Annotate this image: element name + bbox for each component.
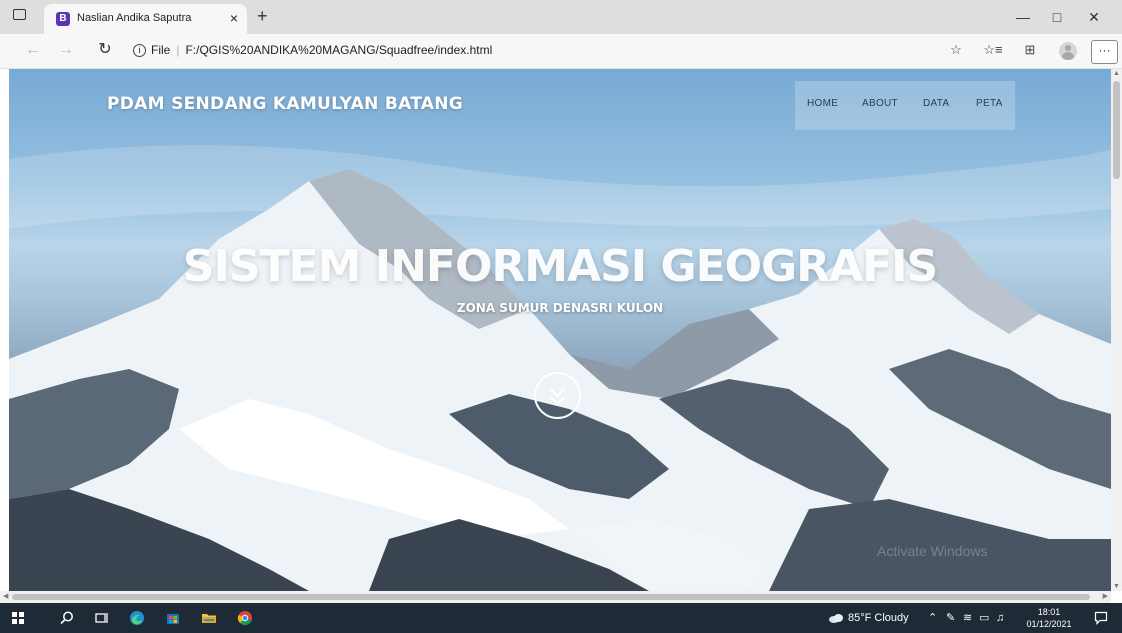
read-aloud-icon[interactable]: ☆ — [946, 42, 966, 58]
minimize-icon[interactable]: — — [1013, 8, 1033, 26]
back-icon[interactable]: ← — [22, 40, 44, 60]
battery-icon[interactable]: ▭ — [979, 611, 989, 625]
store-icon[interactable] — [165, 610, 181, 626]
tab-strip: B Naslian Andika Saputra × + — □ ✕ — [0, 0, 1122, 34]
tab-close-icon[interactable]: × — [230, 9, 238, 27]
horizontal-scrollbar[interactable]: ◀ ▶ — [0, 591, 1111, 603]
close-icon[interactable]: ✕ — [1084, 8, 1104, 26]
tab-actions-icon[interactable] — [13, 9, 27, 21]
site-brand-logo[interactable]: PDAM SENDANG KAMULYAN BATANG — [107, 94, 463, 114]
hero-title: SISTEM INFORMASI GEOGRAFIS — [182, 241, 938, 292]
wifi-icon[interactable]: ≋ — [963, 611, 972, 625]
weather-icon[interactable] — [828, 612, 844, 624]
address-url[interactable]: F:/QGIS%20ANDIKA%20MAGANG/Squadfree/inde… — [185, 43, 492, 57]
vertical-scrollbar[interactable]: ▲ ▼ — [1111, 69, 1122, 591]
volume-icon[interactable]: ♫ — [996, 611, 1004, 625]
page-viewport: PDAM SENDANG KAMULYAN BATANG HOME ABOUT … — [9, 69, 1111, 591]
address-bar[interactable]: i File | F:/QGIS%20ANDIKA%20MAGANG/Squadfre… — [133, 39, 493, 61]
pen-icon[interactable]: ✎ — [946, 611, 955, 625]
favorites-icon[interactable]: ☆≡ — [983, 42, 1003, 58]
site-nav-menu: HOME ABOUT DATA PETA — [795, 81, 1015, 130]
chevron-up-icon[interactable]: ⌃ — [928, 611, 937, 625]
tab-title: Naslian Andika Saputra — [77, 12, 192, 24]
scroll-down-button[interactable] — [534, 372, 581, 419]
restore-icon[interactable]: □ — [1047, 8, 1067, 26]
nav-item-data[interactable]: DATA — [923, 98, 949, 109]
windows-taskbar: 85°F Cloudy ⌃ ✎ ≋ ▭ ♫ 18:01 01/12/2021 — [0, 603, 1122, 633]
search-icon[interactable] — [59, 610, 75, 626]
collections-icon[interactable]: ⊞ — [1020, 42, 1040, 58]
mountain-background-image — [9, 145, 1111, 591]
edge-icon[interactable] — [129, 610, 145, 626]
notification-icon[interactable] — [1094, 611, 1108, 625]
windows-start-icon[interactable] — [12, 612, 24, 624]
file-explorer-icon[interactable] — [201, 610, 217, 626]
clock-date: 01/12/2021 — [1026, 619, 1072, 629]
address-prefix: File — [151, 43, 171, 57]
nav-item-home[interactable]: HOME — [807, 98, 838, 109]
clock-time: 18:01 — [1037, 607, 1061, 617]
task-view-icon[interactable] — [94, 610, 110, 626]
system-clock[interactable]: 18:01 01/12/2021 — [1023, 606, 1075, 630]
nav-item-peta[interactable]: PETA — [976, 98, 1003, 109]
settings-menu-button[interactable]: ··· — [1091, 40, 1118, 64]
browser-toolbar: ← → ↻ i File | F:/QGIS%20ANDIKA%20MAGANG/Sq… — [0, 34, 1122, 69]
forward-icon[interactable]: → — [55, 40, 77, 60]
horizontal-scrollbar-thumb[interactable] — [12, 594, 1090, 600]
hero-subtitle: ZONA SUMUR DENASRI KULON — [456, 301, 664, 315]
vertical-scrollbar-thumb[interactable] — [1113, 81, 1120, 179]
profile-icon[interactable] — [1059, 42, 1077, 60]
favicon-icon: B — [56, 12, 70, 26]
activate-windows-watermark: Activate Windows — [877, 543, 988, 559]
browser-tab[interactable]: B Naslian Andika Saputra × — [44, 4, 247, 34]
info-icon[interactable]: i — [133, 44, 146, 58]
refresh-icon[interactable]: ↻ — [94, 40, 116, 60]
new-tab-button[interactable]: + — [257, 6, 268, 26]
weather-text[interactable]: 85°F Cloudy — [848, 612, 909, 624]
chrome-icon[interactable] — [237, 610, 253, 626]
address-separator: | — [176, 43, 180, 57]
nav-item-about[interactable]: ABOUT — [862, 98, 898, 109]
